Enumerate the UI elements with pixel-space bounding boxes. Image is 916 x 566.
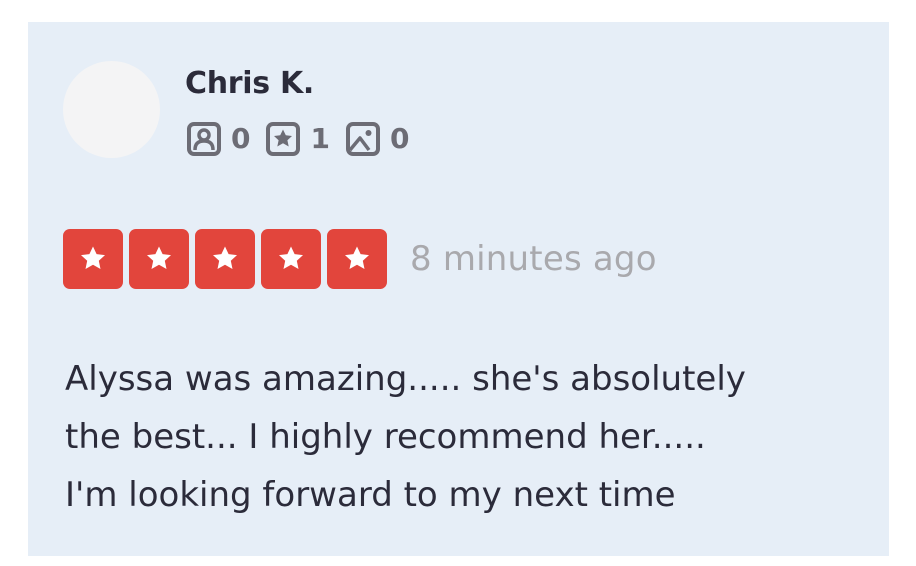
star-5: [327, 229, 387, 289]
stat-photos: 0: [345, 119, 409, 159]
photos-icon: [345, 121, 381, 157]
star-icon: [345, 246, 369, 269]
photos-count: 0: [389, 122, 410, 155]
review-timestamp: 8 minutes ago: [410, 239, 657, 279]
star-4: [261, 229, 321, 289]
star-2: [129, 229, 189, 289]
friends-icon: [186, 121, 222, 157]
review-card: Chris K. 0 1 0 8 minutes ago Alyssa was …: [28, 22, 889, 556]
stat-friends: 0: [186, 119, 250, 159]
reviews-count: 1: [310, 122, 330, 155]
friends-count: 0: [231, 122, 251, 155]
star-icon: [213, 246, 237, 269]
star-3: [195, 229, 255, 289]
stat-reviews: 1: [265, 119, 330, 159]
reviews-icon: [265, 121, 301, 157]
star-icon: [81, 246, 105, 269]
reviewer-name[interactable]: Chris K.: [185, 64, 314, 104]
star-rating: [63, 229, 393, 289]
reviewer-stats: 0 1 0: [186, 119, 424, 159]
star-icon: [147, 246, 171, 269]
review-text: Alyssa was amazing..... she's absolutely…: [65, 359, 746, 515]
rating-row: 8 minutes ago: [63, 229, 657, 289]
star-1: [63, 229, 123, 289]
star-icon: [279, 246, 303, 269]
avatar[interactable]: [63, 61, 160, 158]
